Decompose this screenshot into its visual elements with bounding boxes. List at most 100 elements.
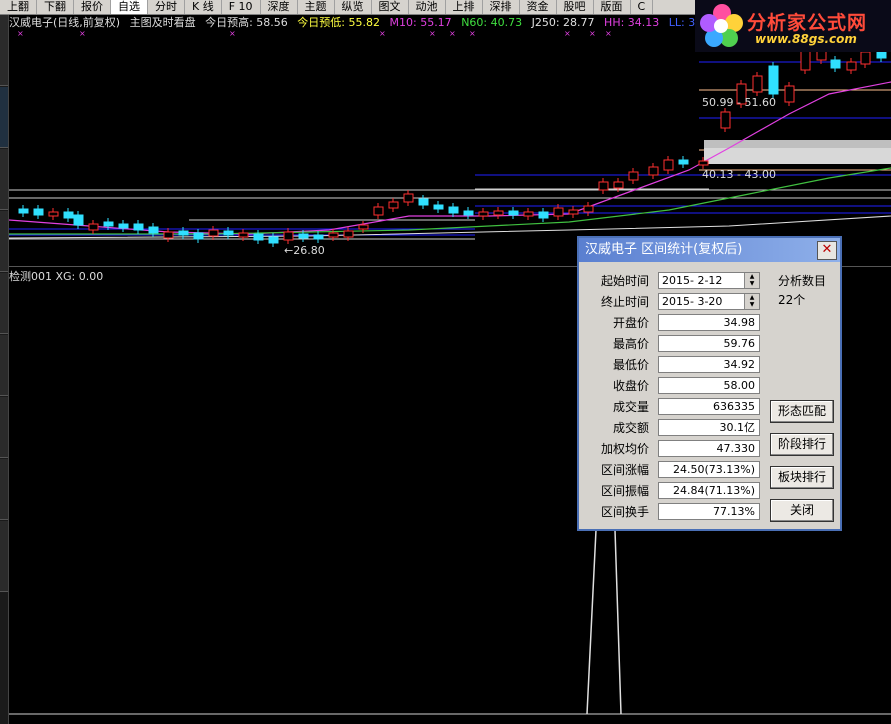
start-time-spinner[interactable]: ▲ ▼: [744, 273, 759, 288]
stat-value-field[interactable]: 30.1亿: [658, 419, 760, 436]
top-x-marker: ×: [79, 30, 86, 38]
candle-body: [238, 232, 249, 238]
menu-forum[interactable]: 股吧: [557, 0, 594, 14]
menu-sz-rank[interactable]: 深排: [483, 0, 520, 14]
end-time-field[interactable]: 2015- 3-20 ▲ ▼: [658, 293, 760, 310]
menu-quote[interactable]: 报价: [74, 0, 111, 14]
candle-body: [698, 160, 709, 166]
menu-page-up[interactable]: 上翻: [0, 0, 37, 14]
candle-body: [148, 226, 159, 234]
candle-body: [48, 211, 59, 217]
end-time-row: 终止时间 2015- 3-20 ▲ ▼: [579, 293, 779, 311]
candle-body: [388, 201, 399, 209]
stat-label: 区间振幅: [600, 484, 649, 498]
brand-url: www.88gs.com: [755, 32, 857, 46]
stock-title: 汉威电子(日线,前复权): [9, 16, 121, 29]
stat-label: 加权均价: [600, 442, 649, 456]
top-x-marker: ×: [17, 30, 24, 38]
stat-value-field[interactable]: 59.76: [658, 335, 760, 352]
candle-body: [678, 159, 689, 165]
stat-value-field[interactable]: 47.330: [658, 440, 760, 457]
candle-body: [463, 210, 474, 216]
menu-c[interactable]: C: [631, 0, 654, 14]
line-hh: HH: 34.13: [604, 16, 660, 29]
candle-body: [508, 210, 519, 216]
start-time-label: 起始时间: [600, 274, 649, 288]
side-tab-4[interactable]: [0, 211, 8, 272]
candle-body: [343, 230, 354, 238]
candle-body: [373, 206, 384, 216]
pattern-match-button[interactable]: 形态匹配: [770, 400, 834, 423]
menu-watchlist[interactable]: 自选: [111, 0, 148, 14]
stat-value-field[interactable]: 24.50(73.13%): [658, 461, 760, 478]
dialog-title-bar[interactable]: 汉威电子 区间统计(复权后) ✕: [579, 238, 840, 262]
candle-body: [860, 51, 871, 65]
dialog-close-icon[interactable]: ✕: [817, 241, 837, 260]
sector-rank-button[interactable]: 板块排行: [770, 466, 834, 489]
stat-row: 加权均价 47.330: [579, 440, 769, 458]
candle-body: [784, 85, 795, 103]
menu-graphic[interactable]: 图文: [372, 0, 409, 14]
side-tab-3[interactable]: [0, 149, 8, 210]
stat-value-field[interactable]: 34.92: [658, 356, 760, 373]
stat-row: 成交额 30.1亿: [579, 419, 769, 437]
menu-page-down[interactable]: 下翻: [37, 0, 74, 14]
candle-body: [628, 171, 639, 181]
candle-body: [33, 208, 44, 216]
menu-overview[interactable]: 纵览: [335, 0, 372, 14]
candle-body: [800, 49, 811, 71]
candle-body: [283, 231, 294, 241]
menu-sh-rank[interactable]: 上排: [446, 0, 483, 14]
menu-kline[interactable]: K 线: [185, 0, 222, 14]
candle-body: [433, 204, 444, 210]
stat-value-field[interactable]: 34.98: [658, 314, 760, 331]
menu-layout[interactable]: 版面: [594, 0, 631, 14]
menu-f10[interactable]: F 10: [222, 0, 261, 14]
candle-body: [418, 198, 429, 206]
menu-intraday[interactable]: 分时: [148, 0, 185, 14]
stat-value-field[interactable]: 24.84(71.13%): [658, 482, 760, 499]
forecast-low: 今日预低: 55.82: [297, 16, 380, 29]
candle-body: [133, 223, 144, 231]
stat-label: 区间涨幅: [600, 463, 649, 477]
range-label-upper: 50.99 - 51.60: [702, 96, 776, 109]
menu-depth[interactable]: 深度: [261, 0, 298, 14]
interval-stats-dialog: 汉威电子 区间统计(复权后) ✕ 起始时间 2015- 2-12 ▲ ▼ 终止时间…: [577, 236, 842, 531]
top-x-marker: ×: [469, 30, 476, 38]
menu-funds[interactable]: 资金: [520, 0, 557, 14]
stat-row: 区间振幅 24.84(71.13%): [579, 482, 769, 500]
menu-pool[interactable]: 动池: [409, 0, 446, 14]
candle-body: [846, 61, 857, 71]
side-tab-8[interactable]: [0, 459, 8, 520]
stat-row: 开盘价 34.98: [579, 314, 769, 332]
stat-value-field[interactable]: 636335: [658, 398, 760, 415]
stat-value-field[interactable]: 58.00: [658, 377, 760, 394]
candle-body: [663, 159, 674, 171]
candle-body: [103, 221, 114, 227]
stat-value-field[interactable]: 77.13%: [658, 503, 760, 520]
candle-body: [178, 230, 189, 236]
candle-body: [830, 59, 841, 69]
stage-rank-button[interactable]: 阶段排行: [770, 433, 834, 456]
close-button[interactable]: 关闭: [770, 499, 834, 522]
candle-body: [253, 233, 264, 241]
end-time-spinner[interactable]: ▲ ▼: [744, 294, 759, 309]
top-x-marker: ×: [449, 30, 456, 38]
menu-theme[interactable]: 主题: [298, 0, 335, 14]
side-tab-1[interactable]: [0, 15, 8, 86]
side-tab-7[interactable]: [0, 397, 8, 458]
stat-label: 成交额: [612, 421, 649, 435]
side-tab-9[interactable]: [0, 521, 8, 592]
side-tab-6[interactable]: [0, 335, 8, 396]
stat-row: 区间换手 77.13%: [579, 503, 769, 521]
ma-m10: M10: 55.17: [389, 16, 452, 29]
start-time-field[interactable]: 2015- 2-12 ▲ ▼: [658, 272, 760, 289]
stat-label: 最低价: [612, 358, 649, 372]
candlestick-chart[interactable]: ××××××××××××× 50.99 - 51.60 40.13 - 43.0…: [9, 30, 891, 266]
top-x-marker: ×: [589, 30, 596, 38]
side-tab-5[interactable]: [0, 273, 8, 334]
side-tab-2[interactable]: [0, 87, 8, 148]
range-label-lower: 40.13 - 43.00: [702, 168, 776, 181]
candle-body: [583, 205, 594, 213]
stat-row: 区间涨幅 24.50(73.13%): [579, 461, 769, 479]
